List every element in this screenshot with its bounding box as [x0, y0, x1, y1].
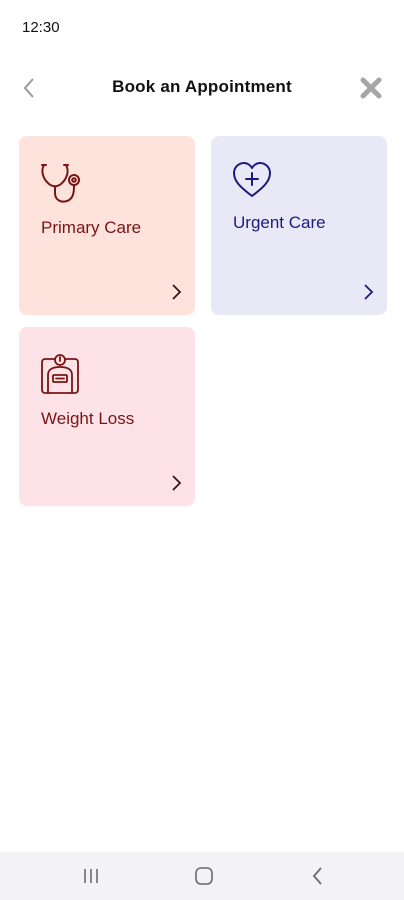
home-button[interactable]	[189, 864, 219, 888]
card-label: Weight Loss	[41, 409, 135, 428]
chevron-right-icon	[172, 475, 182, 491]
recents-button[interactable]	[76, 864, 106, 888]
card-urgent-care[interactable]: Urgent Care	[211, 136, 387, 315]
status-bar: 12:30	[0, 0, 404, 54]
close-icon	[360, 77, 382, 99]
card-weight-loss[interactable]: Weight Loss	[19, 327, 195, 506]
chevron-right-icon	[172, 284, 182, 300]
close-button[interactable]	[358, 75, 384, 101]
status-time: 12:30	[22, 19, 60, 36]
card-label: Urgent Care	[233, 213, 326, 232]
system-nav-bar	[0, 852, 404, 900]
chevron-right-icon	[364, 284, 374, 300]
home-icon	[195, 867, 213, 885]
back-icon	[312, 867, 322, 885]
stethoscope-icon	[41, 164, 80, 203]
card-primary-care[interactable]: Primary Care	[19, 136, 195, 315]
header: Book an Appointment	[0, 66, 404, 110]
recents-icon	[84, 869, 98, 883]
card-label: Primary Care	[41, 218, 142, 237]
nav-back-button[interactable]	[303, 864, 333, 888]
page-title: Book an Appointment	[112, 77, 292, 96]
heart-plus-icon	[233, 162, 271, 197]
scale-icon	[41, 354, 79, 394]
